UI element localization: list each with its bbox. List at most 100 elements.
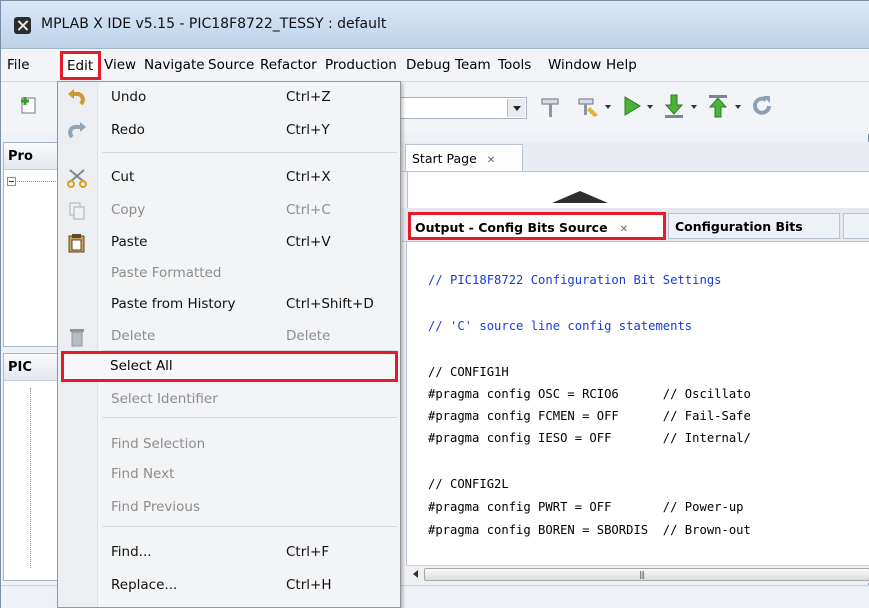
clean-build-dropdown-icon[interactable] [605, 105, 611, 112]
menu-refactor[interactable]: Refactor [260, 57, 317, 73]
dashboard-panel-header: PIC [4, 354, 58, 381]
horizontal-scrollbar[interactable]: ||| [406, 565, 869, 583]
menu-item-find[interactable]: Find... Ctrl+F [58, 538, 400, 568]
menu-separator [102, 526, 397, 527]
projects-panel-header: Pro [4, 143, 58, 170]
menu-item-undo[interactable]: Undo Ctrl+Z [58, 83, 400, 113]
code-line: // PIC18F8722 Configuration Bit Settings [428, 273, 722, 287]
program-dropdown-icon[interactable] [691, 105, 697, 112]
menu-debug[interactable]: Debug [406, 57, 450, 73]
menu-item-shortcut: Ctrl+X [286, 169, 331, 185]
edit-menu-dropdown: Undo Ctrl+Z Redo Ctrl+Y Cut Ctrl+X Copy … [57, 81, 401, 608]
menu-item-label: Delete [111, 328, 156, 344]
menu-production[interactable]: Production [325, 57, 397, 73]
scroll-left-icon[interactable] [409, 570, 418, 578]
build-hammer-icon[interactable] [538, 93, 564, 119]
menu-item-shortcut: Ctrl+H [286, 577, 332, 593]
tab-configuration-bits[interactable]: Configuration Bits [668, 213, 840, 239]
app-icon [14, 17, 31, 34]
menu-item-label: Select All [110, 358, 173, 374]
code-line: #pragma config FCMEN = OFF // Fail-Safe [428, 409, 751, 423]
read-dropdown-icon[interactable] [735, 105, 741, 112]
menu-item-redo[interactable]: Redo Ctrl+Y [58, 116, 400, 146]
redo-icon [66, 121, 88, 141]
close-icon[interactable]: ✕ [620, 224, 628, 235]
make-and-program-icon[interactable] [661, 93, 687, 119]
menu-item-cut[interactable]: Cut Ctrl+X [58, 163, 400, 193]
tab-start-page[interactable]: Start Page ✕ [405, 144, 523, 171]
menu-item-paste-from-history[interactable]: Paste from History Ctrl+Shift+D [58, 290, 400, 320]
run-dropdown-icon[interactable] [647, 105, 653, 112]
tree-collapse-icon[interactable] [7, 177, 16, 186]
menu-file[interactable]: File [7, 57, 30, 73]
code-line: #pragma config PWRT = OFF // Power-up [428, 500, 744, 514]
projects-panel-title: Pro [8, 149, 33, 164]
configuration-select[interactable] [399, 97, 527, 119]
menu-item-paste-formatted[interactable]: Paste Formatted [58, 259, 400, 289]
menu-help[interactable]: Help [606, 57, 637, 73]
menu-source[interactable]: Source [208, 57, 254, 73]
clean-build-icon[interactable] [575, 93, 601, 119]
new-project-icon[interactable] [19, 95, 39, 115]
menu-item-shortcut: Ctrl+C [286, 202, 331, 218]
tab-start-page-label: Start Page [412, 151, 477, 166]
menu-item-delete[interactable]: Delete Delete [58, 322, 400, 352]
tab-configuration-bits-label: Configuration Bits [675, 219, 803, 234]
menu-item-label: Find... [111, 544, 152, 560]
tab-overflow[interactable] [843, 213, 869, 239]
read-device-icon[interactable] [705, 93, 731, 119]
menu-item-label: Find Selection [111, 436, 206, 452]
menu-separator [102, 417, 397, 418]
menu-item-shortcut: Ctrl+F [286, 544, 330, 560]
microchip-logo [552, 191, 608, 203]
delete-icon [66, 327, 88, 347]
menu-view[interactable]: View [104, 57, 136, 73]
code-line: #pragma config OSC = RCIO6 // Oscillato [428, 387, 751, 401]
menu-item-label: Paste from History [111, 296, 236, 312]
paste-icon [66, 233, 88, 253]
menu-item-select-identifier[interactable]: Select Identifier [58, 385, 400, 415]
close-icon[interactable]: ✕ [487, 155, 495, 166]
chevron-down-icon[interactable] [507, 99, 525, 117]
code-line: // 'C' source line config statements [428, 319, 693, 333]
cut-icon [66, 168, 88, 188]
menu-item-label: Select Identifier [111, 391, 218, 407]
run-icon[interactable] [619, 93, 645, 119]
copy-icon [66, 201, 88, 221]
menu-item-label: Redo [111, 122, 145, 138]
menu-item-label: Paste Formatted [111, 265, 222, 281]
menu-item-label: Cut [111, 169, 135, 185]
dashboard-panel: PIC [3, 353, 59, 581]
menu-team[interactable]: Team [455, 57, 491, 73]
menu-item-find-previous[interactable]: Find Previous [58, 493, 400, 523]
menu-edit-label: Edit [67, 58, 94, 74]
window-title: MPLAB X IDE v5.15 - PIC18F8722_TESSY : d… [41, 16, 387, 32]
menu-item-find-selection[interactable]: Find Selection [58, 430, 400, 460]
menu-item-copy[interactable]: Copy Ctrl+C [58, 196, 400, 226]
tab-output-config-bits-source[interactable]: Output - Config Bits Source ✕ [408, 212, 666, 240]
menu-item-label: Replace... [111, 577, 178, 593]
menu-navigate[interactable]: Navigate [144, 57, 205, 73]
menu-window[interactable]: Window [548, 57, 601, 73]
menu-edit[interactable]: Edit [60, 51, 101, 80]
menu-item-paste[interactable]: Paste Ctrl+V [58, 228, 400, 258]
menu-item-label: Find Next [111, 466, 175, 482]
menu-item-shortcut: Ctrl+V [286, 234, 331, 250]
menu-item-select-all[interactable]: Select All [61, 351, 398, 382]
code-line: #pragma config IESO = OFF // Internal/ [428, 431, 751, 445]
reset-icon[interactable] [749, 93, 775, 119]
menu-tools[interactable]: Tools [498, 57, 531, 73]
code-output-area[interactable]: // PIC18F8722 Configuration Bit Settings… [406, 242, 869, 565]
menu-item-label: Undo [111, 89, 147, 105]
menu-item-label: Paste [111, 234, 148, 250]
tree-connector [17, 181, 60, 182]
grip-icon: ||| [639, 570, 645, 579]
menu-separator [102, 152, 397, 153]
tree-connector [30, 388, 31, 568]
menu-item-label: Copy [111, 202, 146, 218]
scroll-thumb[interactable]: ||| [424, 568, 869, 581]
menu-item-label: Find Previous [111, 499, 201, 515]
menu-item-shortcut: Ctrl+Y [286, 122, 330, 138]
menu-item-find-next[interactable]: Find Next [58, 460, 400, 490]
menu-item-replace[interactable]: Replace... Ctrl+H [58, 571, 400, 601]
